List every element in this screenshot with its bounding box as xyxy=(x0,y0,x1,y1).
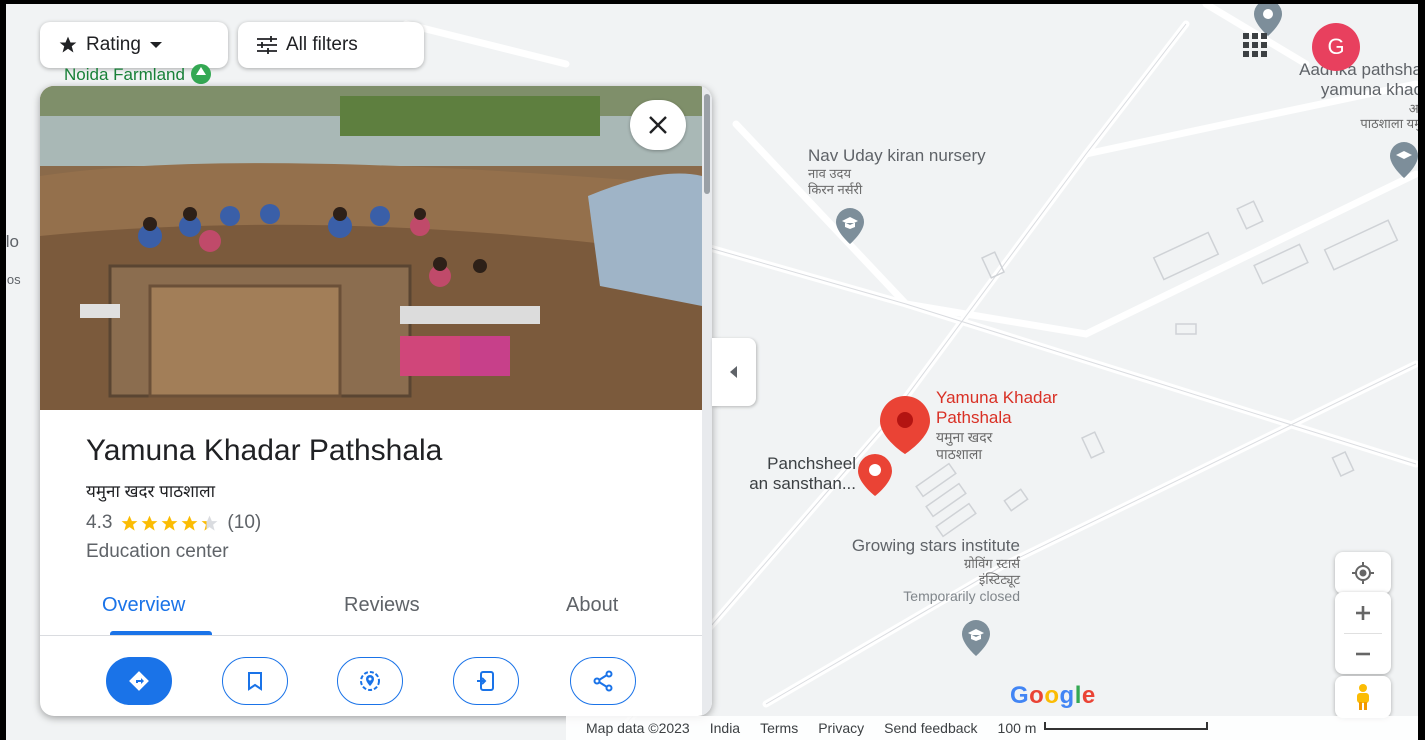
place-title: Yamuna Khadar Pathshala xyxy=(86,434,443,467)
place-category[interactable]: Education center xyxy=(86,541,229,563)
poi-label-hindi: यमुना खदर xyxy=(936,428,993,445)
apps-grid-icon[interactable] xyxy=(1238,28,1272,62)
rating-value: 4.3 xyxy=(86,512,113,533)
poi-label: an sansthan... xyxy=(749,474,856,494)
school-pin-icon[interactable] xyxy=(962,620,990,656)
place-photo-image xyxy=(40,86,702,410)
poi-label: llo xyxy=(6,232,20,251)
zoom-in-button[interactable] xyxy=(1335,593,1391,633)
poi-label-hindi: पाठशाला यमु xyxy=(1360,116,1418,132)
tab-about[interactable]: About xyxy=(566,594,618,617)
account-avatar[interactable]: G xyxy=(1312,23,1360,71)
plus-icon xyxy=(1356,605,1370,620)
scrollbar-thumb[interactable] xyxy=(704,94,710,194)
poi-status: Temporarily closed xyxy=(903,587,1020,604)
poi-label: Panchsheel xyxy=(767,454,856,473)
poi-left-cut-1: llo xyxy=(6,232,19,252)
map-footer: Map data ©2023 India Terms Privacy Send … xyxy=(566,716,1418,740)
directions-icon xyxy=(129,671,149,691)
map-data-attribution: Map data ©2023 xyxy=(586,720,690,736)
poi-label-hindi: इंस्टिट्यूट xyxy=(978,571,1020,587)
tab-divider xyxy=(40,635,702,636)
poi-label: Noida Farmland xyxy=(64,65,185,84)
crosshair-icon xyxy=(1352,562,1374,584)
directions-button[interactable] xyxy=(106,657,172,705)
star-icon xyxy=(182,515,198,531)
terms-link[interactable]: Terms xyxy=(760,720,798,736)
poi-label-hindi: पाठशाला xyxy=(936,445,982,462)
share-button[interactable] xyxy=(570,657,636,705)
poi-left-cut-2: los xyxy=(6,272,21,288)
poi-label-hindi: आ xyxy=(1408,100,1418,116)
star-icon xyxy=(59,36,77,53)
poi-label-hindi: ग्रोविंग स्टार्स xyxy=(964,556,1020,572)
privacy-link[interactable]: Privacy xyxy=(818,720,864,736)
selected-place-pin-icon[interactable] xyxy=(880,396,930,454)
poi-label: Growing stars institute xyxy=(851,536,1020,555)
close-icon xyxy=(649,116,667,134)
caret-down-icon xyxy=(149,42,162,48)
tab-reviews[interactable]: Reviews xyxy=(344,594,420,617)
poi-label-hindi: नाव उदय xyxy=(808,166,851,182)
star-icon xyxy=(122,515,138,531)
rating-filter-chip[interactable]: Rating xyxy=(40,22,228,68)
poi-label: Pathshala xyxy=(936,408,1012,428)
poi-label: Nav Uday kiran nursery xyxy=(808,146,986,165)
star-icon xyxy=(142,515,158,531)
map-canvas[interactable]: Rating All filters Noida Farmland llo lo… xyxy=(6,4,1418,740)
share-icon xyxy=(593,670,613,692)
rating-summary[interactable]: 4.3 (10) xyxy=(86,512,261,534)
scale-bar xyxy=(1044,722,1209,730)
school-pin-icon[interactable] xyxy=(836,208,864,244)
nearby-button[interactable] xyxy=(337,657,403,705)
all-filters-chip[interactable]: All filters xyxy=(238,22,424,68)
school-pin-icon[interactable] xyxy=(1390,142,1418,178)
tab-overview[interactable]: Overview xyxy=(102,594,185,617)
poi-panchsheel[interactable]: Panchsheel an sansthan... xyxy=(706,454,856,495)
park-icon xyxy=(190,64,211,84)
nearby-search-icon xyxy=(360,671,380,691)
close-button[interactable] xyxy=(630,100,686,150)
star-icon xyxy=(202,515,218,531)
zoom-control xyxy=(1335,592,1391,674)
all-filters-label: All filters xyxy=(286,34,358,55)
star-icon xyxy=(162,515,178,531)
filter-sliders-icon xyxy=(257,36,277,54)
poi-label: Yamuna Khadar xyxy=(936,388,1058,407)
minus-icon xyxy=(1356,652,1370,655)
my-location-button[interactable] xyxy=(1335,552,1391,594)
send-feedback-link[interactable]: Send feedback xyxy=(884,720,977,736)
window-frame: Rating All filters Noida Farmland llo lo… xyxy=(0,0,1425,740)
pegman-icon xyxy=(1357,684,1369,710)
send-to-phone-button[interactable] xyxy=(453,657,519,705)
poi-aadrika-pathshala[interactable]: Aadrika pathsha yamuna khac आ पाठशाला यम… xyxy=(1242,60,1418,132)
scale-label[interactable]: 100 m xyxy=(998,720,1037,736)
poi-yamuna-khadar-pathshala[interactable]: Yamuna Khadar Pathshala यमुना खदर पाठशाल… xyxy=(936,388,1058,462)
poi-label: yamuna khac xyxy=(1320,80,1418,100)
panel-scrollbar[interactable] xyxy=(702,86,712,716)
country-link[interactable]: India xyxy=(710,720,740,736)
place-photo[interactable] xyxy=(40,86,702,410)
star-rating xyxy=(120,514,219,533)
place-pin-icon[interactable] xyxy=(858,454,892,496)
place-title-hindi: यमुना खदर पाठशाला xyxy=(86,482,216,501)
poi-nav-uday-nursery[interactable]: Nav Uday kiran nursery नाव उदय किरन नर्स… xyxy=(808,146,986,198)
poi-label-hindi: किरन नर्सरी xyxy=(808,181,863,197)
send-to-phone-icon xyxy=(477,671,494,691)
google-logo: Google xyxy=(1010,682,1096,709)
street-view-pegman-button[interactable] xyxy=(1335,676,1391,718)
bookmark-icon xyxy=(248,672,262,691)
poi-label: los xyxy=(6,272,21,287)
review-count[interactable]: (10) xyxy=(227,512,261,534)
rating-filter-label: Rating xyxy=(86,34,141,55)
poi-growing-stars[interactable]: Growing stars institute ग्रोविंग स्टार्स… xyxy=(764,536,1020,604)
collapse-panel-button[interactable] xyxy=(712,338,756,406)
save-button[interactable] xyxy=(222,657,288,705)
place-details-panel: Yamuna Khadar Pathshala यमुना खदर पाठशाल… xyxy=(40,86,712,716)
chevron-left-icon xyxy=(730,366,737,378)
zoom-out-button[interactable] xyxy=(1335,634,1391,674)
poi-noida-farmland[interactable]: Noida Farmland xyxy=(64,64,212,85)
